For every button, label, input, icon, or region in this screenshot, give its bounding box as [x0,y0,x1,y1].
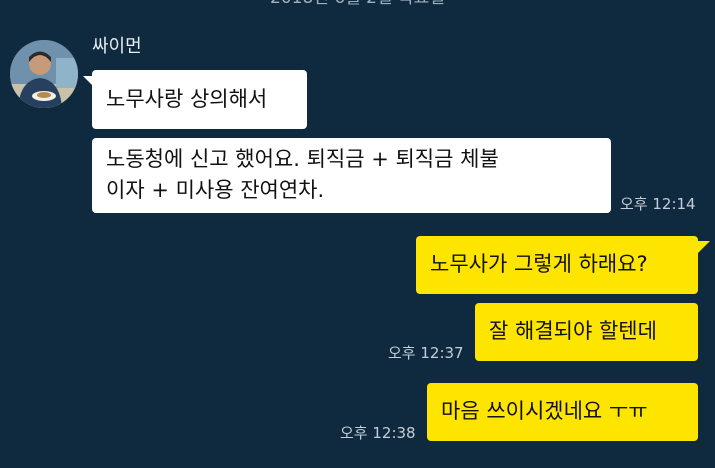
incoming-message[interactable]: 노무사랑 상의해서 [92,70,307,129]
sender-name: 싸이먼 [92,36,142,57]
outgoing-message[interactable]: 노무사가 그렇게 하래요? [416,236,698,294]
message-time: 오후 12:14 [620,195,696,213]
outgoing-bubble-tail [698,241,710,253]
message-text: 마음 쓰이시겠네요 ㅜㅠ [441,399,648,423]
incoming-message[interactable]: 노동청에 신고 했어요. 퇴직금 + 퇴직금 체불 이자 + 미사용 잔여연차. [92,138,611,213]
message-time: 오후 12:37 [388,344,464,362]
message-text-line: 노동청에 신고 했어요. 퇴직금 + 퇴직금 체불 [106,147,499,171]
outgoing-message[interactable]: 잘 해결되야 할텐데 [475,303,698,361]
message-time: 오후 12:38 [340,424,416,442]
outgoing-message[interactable]: 마음 쓰이시겠네요 ㅜㅠ [427,383,698,441]
message-text-line: 이자 + 미사용 잔여연차. [106,178,325,202]
sender-avatar[interactable] [10,40,78,108]
profile-photo-icon [10,40,78,108]
message-text: 노무사가 그렇게 하래요? [430,252,648,276]
date-divider: 2018년 6월 2일 목요일 [0,0,715,8]
message-text: 노무사랑 상의해서 [106,87,268,111]
message-text: 잘 해결되야 할텐데 [489,319,657,343]
